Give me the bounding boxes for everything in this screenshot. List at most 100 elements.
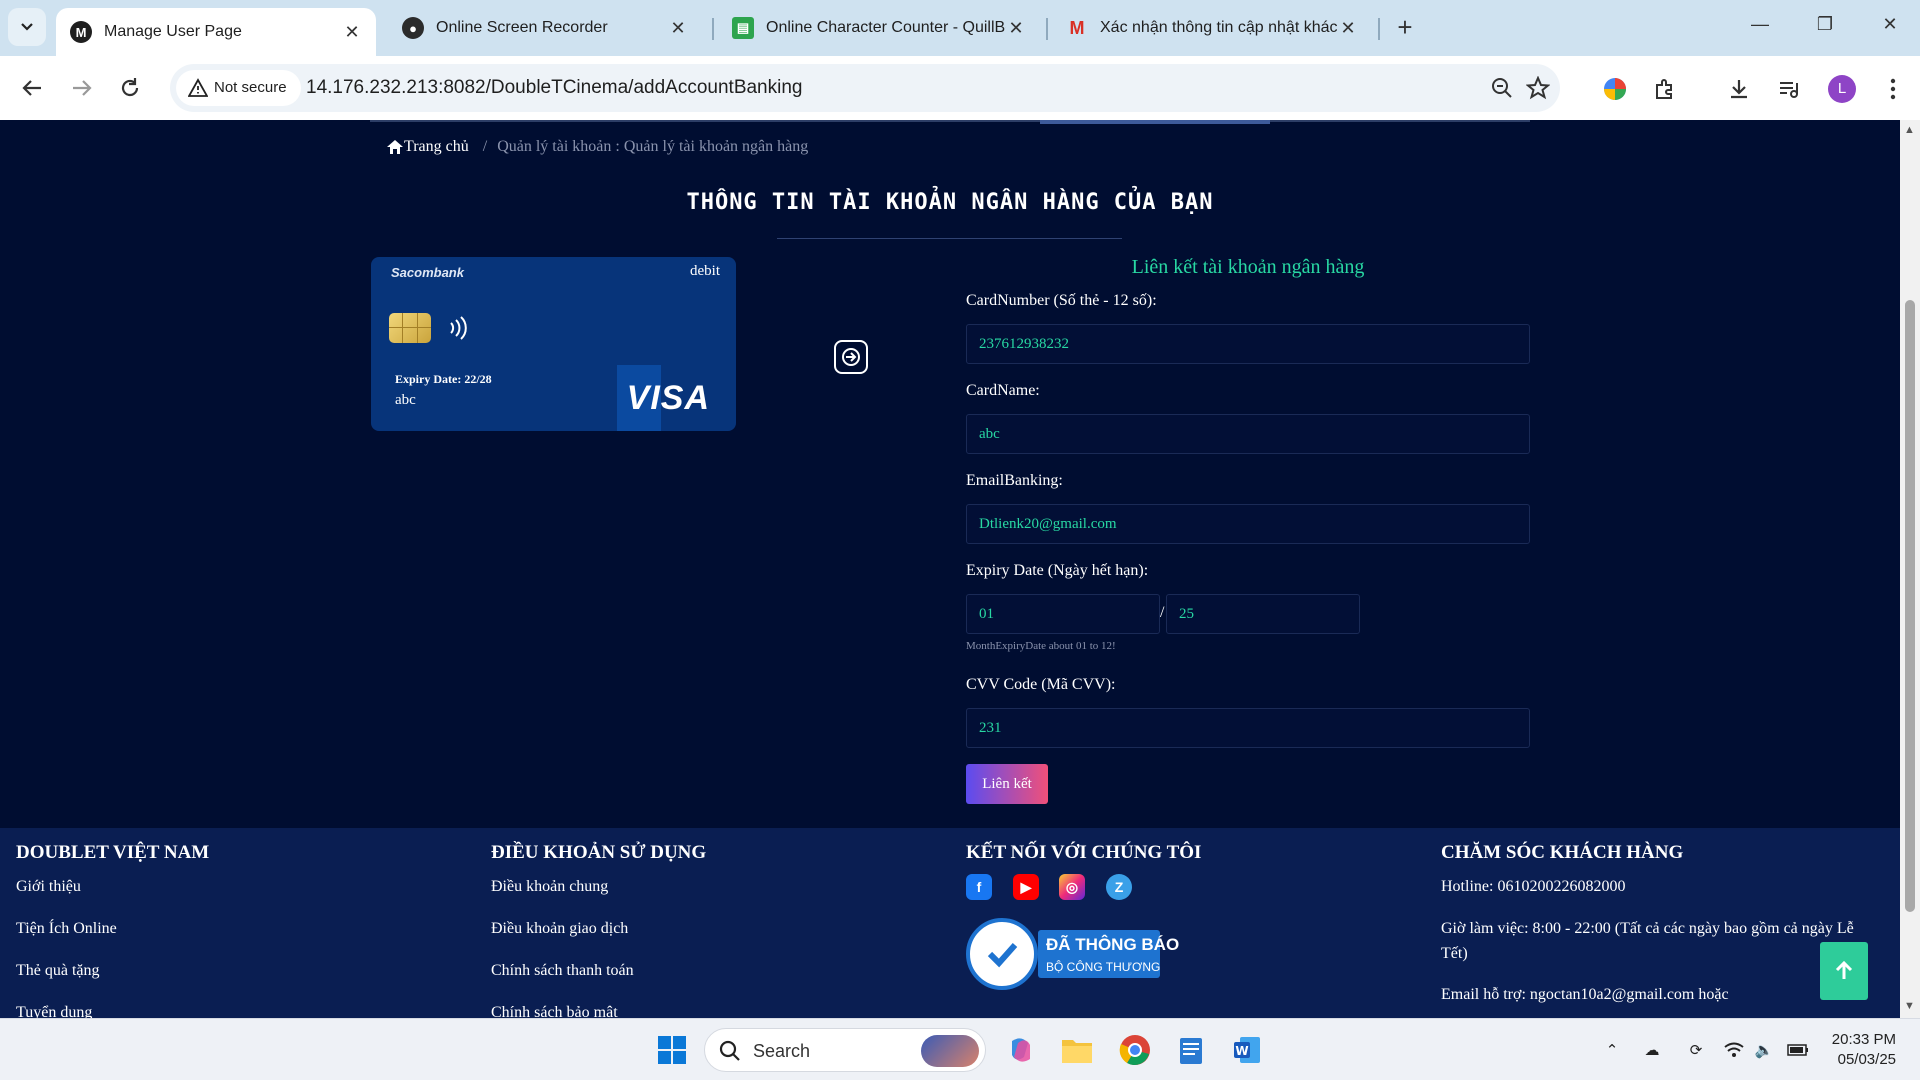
footer-link-privacy-policy[interactable]: Chính sách bảo mật	[491, 1004, 618, 1018]
scrollbar-thumb[interactable]	[1905, 300, 1915, 912]
footer-link-payment-policy[interactable]: Chính sách thanh toán	[491, 962, 634, 980]
tab-title: Online Screen Recorder	[436, 19, 608, 36]
back-button[interactable]	[16, 72, 48, 104]
youtube-icon[interactable]: ▶	[1013, 874, 1039, 900]
checkmark-icon	[966, 918, 1038, 990]
expiry-hint: MonthExpiryDate about 01 to 12!	[966, 640, 1116, 652]
media-control-icon[interactable]	[1776, 76, 1802, 102]
cvv-input[interactable]: 231	[966, 708, 1530, 748]
tray-overflow-icon[interactable]: ⌃	[1600, 1039, 1624, 1061]
arrow-right-icon	[73, 80, 92, 96]
chrome-icon[interactable]	[1118, 1033, 1152, 1067]
clock-time: 20:33 PM	[1831, 1031, 1896, 1048]
form-title: Liên kết tài khoản ngân hàng	[1131, 256, 1365, 278]
footer-link-about[interactable]: Giới thiệu	[16, 878, 81, 896]
cloud-offline-icon[interactable]: ☁	[1640, 1039, 1664, 1061]
expiry-month-input[interactable]: 01	[966, 594, 1160, 634]
zoom-icon[interactable]	[1490, 76, 1514, 100]
sync-icon[interactable]: ⟳	[1684, 1039, 1708, 1061]
security-label: Not secure	[214, 79, 287, 96]
card-type: debit	[690, 263, 720, 279]
word-icon[interactable]: W	[1230, 1033, 1264, 1067]
link-arrow-button[interactable]	[834, 340, 868, 374]
taskbar-search[interactable]: Search	[704, 1028, 986, 1072]
footer-link-general-terms[interactable]: Điều khoản chung	[491, 878, 608, 896]
visa-logo: VISA	[626, 379, 710, 417]
file-explorer-icon[interactable]	[1060, 1033, 1094, 1067]
footer-link-careers[interactable]: Tuyển dụng	[16, 1004, 92, 1018]
extensions-icon[interactable]	[1652, 76, 1678, 102]
instagram-icon[interactable]: ◎	[1059, 874, 1085, 900]
badge-line-2: BỘ CÔNG THƯƠNG	[1046, 960, 1161, 974]
reload-button[interactable]	[114, 72, 146, 104]
badge-text-box: ĐÃ THÔNG BÁO BỘ CÔNG THƯƠNG	[1038, 930, 1179, 978]
copilot-icon[interactable]	[1004, 1033, 1038, 1067]
arrow-up-icon	[1835, 960, 1853, 979]
color-extension-icon[interactable]	[1602, 76, 1628, 102]
tab-title: Manage User Page	[104, 23, 242, 40]
link-account-button[interactable]: Liên kết	[966, 764, 1048, 804]
expiry-year-input[interactable]: 25	[1166, 594, 1360, 634]
security-indicator[interactable]: Not secure	[176, 70, 301, 106]
battery-icon[interactable]	[1786, 1039, 1810, 1061]
volume-icon[interactable]: 🔈	[1752, 1039, 1776, 1061]
footer-link-gift-card[interactable]: Thẻ quà tặng	[16, 962, 100, 980]
footer-working-hours: Giờ làm việc: 8:00 - 22:00 (Tất cả các n…	[1441, 920, 1854, 962]
footer-heading-terms: ĐIỀU KHOẢN SỬ DỤNG	[491, 842, 707, 863]
address-bar[interactable]: Not secure 14.176.232.213:8082/DoubleTCi…	[170, 64, 1560, 112]
expiry-date-label: Expiry Date (Ngày hết hạn):	[966, 562, 1149, 579]
close-icon[interactable]: ✕	[668, 18, 688, 39]
gmail-icon: M	[1069, 17, 1085, 38]
scroll-to-top-button[interactable]	[1820, 942, 1868, 1000]
card-chip-icon	[389, 313, 431, 343]
warning-icon	[188, 78, 208, 97]
profile-avatar[interactable]: L	[1828, 75, 1856, 103]
card-number-input[interactable]: 237612938232	[966, 324, 1530, 364]
breadcrumb-current: Quản lý tài khoản : Quản lý tài khoản ng…	[497, 138, 809, 155]
tab-manage-user-page[interactable]: M Manage User Page ✕	[56, 8, 376, 56]
facebook-icon[interactable]: f	[966, 874, 992, 900]
footer-heading-customer-care: CHĂM SÓC KHÁCH HÀNG	[1441, 842, 1684, 863]
arrow-right-icon	[842, 348, 860, 366]
card-name-input[interactable]: abc	[966, 414, 1530, 454]
expiry-separator: /	[1160, 604, 1165, 621]
page-scrollbar[interactable]: ▲ ▼	[1900, 120, 1920, 1018]
tab-gmail[interactable]: M Xác nhận thông tin cập nhật khách ✕	[1052, 8, 1372, 48]
scroll-down-arrow-icon[interactable]: ▼	[1904, 1000, 1915, 1012]
bank-card-preview: Sacombank debit Expiry Date: 22/28 abc V…	[371, 257, 736, 431]
download-icon[interactable]	[1726, 76, 1752, 102]
close-icon[interactable]: ✕	[1338, 18, 1358, 39]
restore-button[interactable]: ❐	[1805, 14, 1845, 42]
card-bank-name: Sacombank	[391, 265, 464, 280]
scroll-up-arrow-icon[interactable]: ▲	[1904, 124, 1915, 136]
zalo-icon[interactable]: Z	[1106, 874, 1132, 900]
new-tab-button[interactable]: +	[1390, 12, 1420, 42]
breadcrumb: Trang chủ / Quản lý tài khoản : Quản lý …	[386, 138, 808, 156]
breadcrumb-home[interactable]: Trang chủ	[386, 138, 469, 156]
star-icon[interactable]	[1526, 76, 1550, 100]
wifi-icon[interactable]	[1722, 1039, 1746, 1061]
notepad-icon[interactable]	[1174, 1033, 1208, 1067]
windows-start-icon[interactable]	[655, 1033, 689, 1067]
search-highlight-icon	[921, 1035, 979, 1067]
contactless-icon	[450, 316, 467, 340]
footer-link-transaction-terms[interactable]: Điều khoản giao dịch	[491, 920, 628, 938]
footer-link-online-utilities[interactable]: Tiện Ích Online	[16, 920, 117, 938]
email-banking-label: EmailBanking:	[966, 472, 1063, 489]
minimize-button[interactable]: —	[1740, 14, 1780, 42]
tab-online-character-counter[interactable]: ▤ Online Character Counter - QuillBot ✕	[718, 8, 1040, 48]
email-banking-input[interactable]: Dtlienk20@gmail.com	[966, 504, 1530, 544]
url-text[interactable]: 14.176.232.213:8082/DoubleTCinema/addAcc…	[306, 77, 802, 99]
forward-button[interactable]	[66, 72, 98, 104]
close-icon[interactable]: ✕	[342, 22, 362, 43]
kebab-menu-icon[interactable]	[1880, 76, 1906, 102]
footer-heading-connect: KẾT NỐI VỚI CHÚNG TÔI	[966, 842, 1202, 863]
system-clock[interactable]: 20:33 PM 05/03/25	[1830, 1030, 1896, 1070]
close-icon[interactable]: ✕	[1006, 18, 1026, 39]
tab-search-button[interactable]	[8, 8, 46, 46]
browser-toolbar: Not secure 14.176.232.213:8082/DoubleTCi…	[0, 56, 1920, 120]
badge-line-1: ĐÃ THÔNG BÁO	[1046, 935, 1180, 954]
window-close-button[interactable]: ✕	[1870, 14, 1910, 42]
tab-online-screen-recorder[interactable]: ● Online Screen Recorder ✕	[388, 8, 702, 48]
ministry-registration-badge[interactable]: ĐÃ THÔNG BÁO BỘ CÔNG THƯƠNG	[966, 918, 1179, 990]
